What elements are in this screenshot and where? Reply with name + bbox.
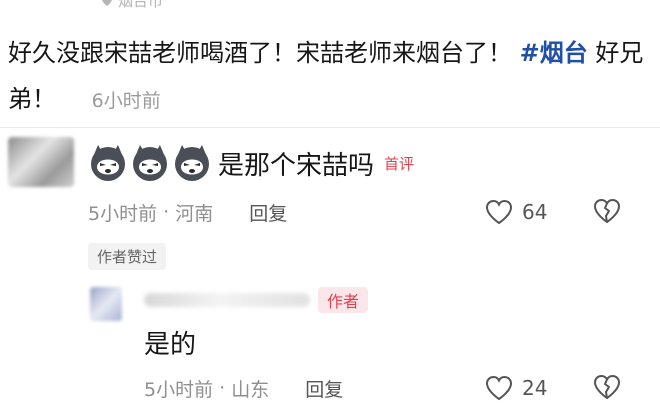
comment-region: 河南 xyxy=(175,202,214,225)
like-button[interactable]: 64 xyxy=(484,196,547,228)
first-comment-badge: 首评 xyxy=(384,154,415,173)
broken-heart-icon[interactable] xyxy=(592,372,622,402)
post-body: 好久没跟宋喆老师喝酒了！宋喆老师来烟台了！ #烟台 好兄弟！ 6小时前 xyxy=(8,30,648,124)
husky-emoji-icon xyxy=(91,145,125,181)
author-badge: 作者 xyxy=(318,287,369,313)
like-button[interactable]: 24 xyxy=(484,372,547,404)
heart-icon xyxy=(485,199,513,225)
author-liked-tag: 作者赞过 xyxy=(88,243,167,270)
reply-region: 山东 xyxy=(231,378,270,401)
post-hashtag[interactable]: #烟台 xyxy=(520,39,588,67)
post-time: 6小时前 xyxy=(91,90,161,112)
meta-separator: · xyxy=(157,201,176,223)
reply-button[interactable]: 回复 xyxy=(249,199,287,226)
reply-author-name-blurred[interactable] xyxy=(144,293,310,307)
like-count: 64 xyxy=(522,200,548,224)
like-count: 24 xyxy=(522,376,548,400)
avatar[interactable] xyxy=(8,137,74,187)
comment-time: 5小时前 xyxy=(88,202,158,225)
reply-text: 是的 xyxy=(144,330,197,360)
reply-time: 5小时前 xyxy=(144,378,214,401)
post-text: 好久没跟宋喆老师喝酒了！宋喆老师来烟台了！ xyxy=(8,39,512,67)
meta-separator: · xyxy=(213,377,232,399)
heart-icon xyxy=(485,375,513,401)
husky-emoji-icon xyxy=(133,145,167,181)
comment-content: 是那个宋喆吗 首评 xyxy=(88,140,414,186)
reply-meta: 5小时前 · 山东 回复 xyxy=(144,372,343,404)
avatar[interactable] xyxy=(90,287,122,321)
comment-text: 是那个宋喆吗 xyxy=(218,150,375,181)
husky-emoji-icon xyxy=(175,145,209,181)
divider xyxy=(0,127,660,128)
reply-button[interactable]: 回复 xyxy=(305,375,343,402)
post-location-text: 烟台市 xyxy=(118,0,164,10)
location-pin-icon xyxy=(102,0,112,6)
broken-heart-icon[interactable] xyxy=(592,196,622,226)
post-location[interactable]: 烟台市 xyxy=(100,0,163,10)
comment-meta: 5小时前 · 河南 回复 xyxy=(88,196,287,228)
